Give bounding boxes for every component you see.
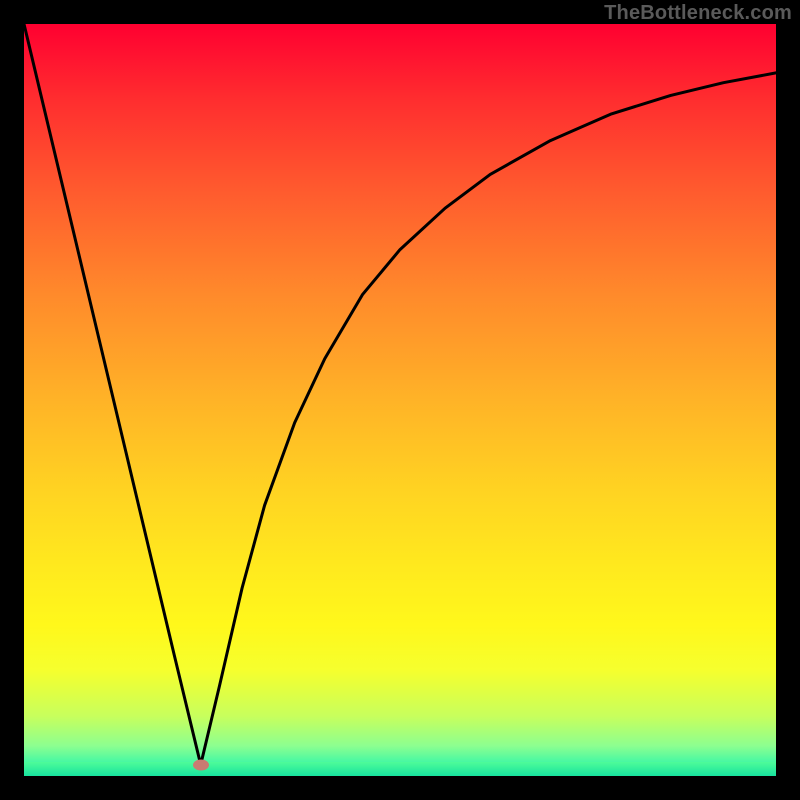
optimal-point-marker: [193, 759, 209, 770]
plot-area: [24, 24, 776, 776]
watermark-text: TheBottleneck.com: [604, 2, 792, 25]
chart-frame: [24, 24, 776, 776]
bottleneck-curve: [24, 24, 776, 776]
